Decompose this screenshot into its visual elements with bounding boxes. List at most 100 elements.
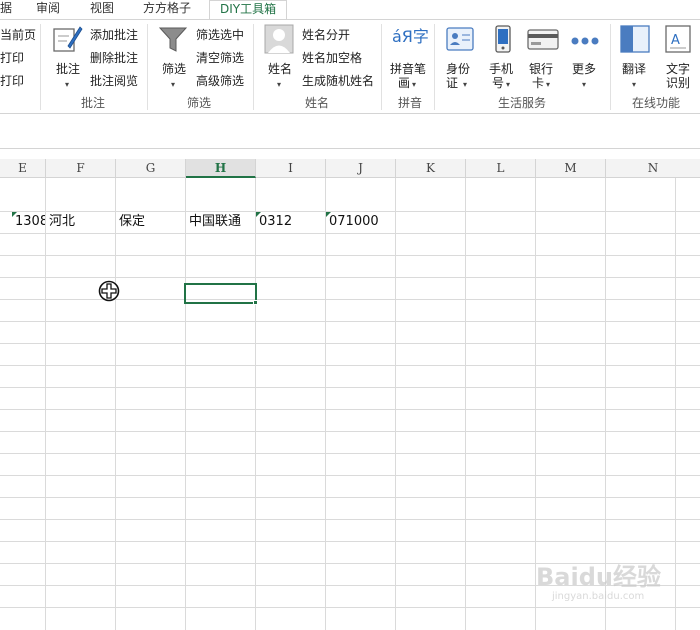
random-name-button[interactable]: 生成随机姓名: [302, 74, 374, 88]
group-divider: [381, 24, 382, 110]
funnel-icon: [158, 27, 188, 52]
column-header-e[interactable]: E: [0, 159, 46, 178]
pinyin-stroke-label-2: 画: [398, 76, 411, 90]
group-divider: [253, 24, 254, 110]
cell-h[interactable]: 中国联通: [186, 212, 255, 232]
life-services-group-label: 生活服务: [498, 96, 547, 110]
cell-g[interactable]: 保定: [116, 212, 185, 232]
print-current-page[interactable]: 当前页: [0, 28, 36, 42]
column-header-n[interactable]: N: [606, 159, 700, 178]
pinyin-icon: áЯ字: [392, 27, 429, 46]
name-button[interactable]: 姓名 ▾: [262, 24, 296, 92]
spreadsheet-grid: E F G H I J K L M N 1308 河北 保定 中国联通 0312…: [0, 159, 700, 630]
name-add-space-button[interactable]: 姓名加空格: [302, 51, 362, 65]
add-annotation-button[interactable]: 添加批注: [90, 28, 138, 42]
annotation-label: 批注: [56, 62, 81, 76]
bank-card-icon: [527, 29, 559, 50]
tab-data[interactable]: 据: [0, 0, 12, 19]
advanced-filter-button[interactable]: 高级筛选: [196, 74, 244, 88]
text-number-indicator: [326, 212, 331, 217]
grid-line: [0, 409, 700, 410]
column-header-l[interactable]: L: [466, 159, 536, 178]
fill-handle[interactable]: [253, 300, 258, 305]
name-label: 姓名: [268, 62, 293, 76]
delete-annotation-button[interactable]: 删除批注: [90, 51, 138, 65]
chevron-down-icon: ▾: [65, 80, 70, 89]
translate-button[interactable]: 翻译 ▾: [618, 24, 652, 92]
chevron-down-icon: ▾: [171, 80, 176, 89]
grid-line: [0, 387, 700, 388]
chevron-down-icon: ▾: [546, 80, 551, 89]
filter-button[interactable]: 筛选 ▾: [156, 24, 190, 92]
filter-group-label: 筛选: [187, 96, 212, 110]
column-header-k[interactable]: K: [396, 159, 466, 178]
online-group-label: 在线功能: [632, 96, 681, 110]
person-icon: [264, 24, 294, 54]
active-cell-selection[interactable]: [184, 283, 257, 304]
group-divider: [147, 24, 148, 110]
grid-line: [0, 497, 700, 498]
grid-line: [0, 453, 700, 454]
view-annotation-button[interactable]: 批注阅览: [90, 74, 138, 88]
column-header-i[interactable]: I: [256, 159, 326, 178]
column-header-j[interactable]: J: [326, 159, 396, 178]
text-recognition-icon: A: [665, 25, 691, 53]
watermark-logo: Baidu经验: [536, 563, 661, 591]
translate-icon: [620, 25, 650, 53]
cell-i[interactable]: 0312: [256, 212, 325, 232]
id-card-button[interactable]: 身份 证 ▾: [443, 24, 477, 92]
grid-line: [0, 519, 700, 520]
annotation-group-label: 批注: [81, 96, 106, 110]
chevron-down-icon: ▾: [506, 80, 511, 89]
group-divider: [40, 24, 41, 110]
more-label: 更多: [572, 62, 597, 76]
name-group-label: 姓名: [305, 96, 330, 110]
annotation-icon: [53, 26, 83, 52]
group-divider: [610, 24, 611, 110]
translate-label: 翻译: [622, 62, 647, 76]
print-button-1[interactable]: 打印: [0, 51, 24, 65]
watermark-url: jingyan.baidu.com: [552, 591, 645, 602]
pinyin-group-label: 拼音: [398, 96, 423, 110]
grid-line: [0, 541, 700, 542]
filter-selected-button[interactable]: 筛选选中: [196, 28, 244, 42]
phone-number-button[interactable]: 手机 号 ▾: [486, 24, 520, 92]
id-card-icon: [446, 27, 474, 51]
clear-filter-button[interactable]: 清空筛选: [196, 51, 244, 65]
column-header-g[interactable]: G: [116, 159, 186, 178]
more-dots-icon: [571, 37, 599, 45]
svg-text:A: A: [671, 33, 680, 48]
grid-line: [0, 277, 700, 278]
ribbon-tabs: 据 审阅 视图 方方格子 DIY工具箱: [0, 0, 700, 20]
grid-line: [0, 343, 700, 344]
text-recognition-button[interactable]: A 文字 识别: [660, 24, 698, 92]
more-button[interactable]: 更多 ▾: [568, 24, 602, 92]
split-name-button[interactable]: 姓名分开: [302, 28, 350, 42]
tab-view[interactable]: 视图: [90, 0, 114, 19]
bank-card-label: 银行: [529, 62, 554, 76]
pinyin-stroke-label: 拼音笔: [390, 62, 427, 76]
annotation-button[interactable]: 批注 ▾: [50, 24, 84, 92]
bank-card-button[interactable]: 银行 卡 ▾: [526, 24, 560, 92]
ribbon: 当前页 打印 打印 批注 ▾ 添加批注 删除批注 批注阅览 批注 筛选 ▾ 筛选…: [0, 19, 700, 114]
column-header-f[interactable]: F: [46, 159, 116, 178]
chevron-down-icon: ▾: [632, 80, 637, 89]
id-card-label-2: 证: [446, 76, 459, 90]
print-button-2[interactable]: 打印: [0, 74, 24, 88]
phone-label-2: 号: [492, 76, 505, 90]
chevron-down-icon: ▾: [582, 80, 587, 89]
column-header-m[interactable]: M: [536, 159, 606, 178]
cell-j[interactable]: 071000: [326, 212, 395, 232]
tab-fangfang[interactable]: 方方格子: [143, 0, 191, 19]
cell-f[interactable]: 河北: [46, 212, 115, 232]
tab-diy-toolbox[interactable]: DIY工具箱: [209, 0, 288, 20]
pinyin-stroke-button[interactable]: áЯ字 拼音笔 画 ▾: [388, 24, 430, 92]
filter-label: 筛选: [162, 62, 187, 76]
formula-bar[interactable]: [0, 123, 700, 149]
cell-select-cursor-icon: [98, 280, 120, 302]
grid-line: [0, 321, 700, 322]
column-header-h[interactable]: H: [186, 159, 256, 178]
text-recognition-label: 文字: [666, 62, 691, 76]
text-number-indicator: [256, 212, 261, 217]
tab-review[interactable]: 审阅: [36, 0, 60, 19]
